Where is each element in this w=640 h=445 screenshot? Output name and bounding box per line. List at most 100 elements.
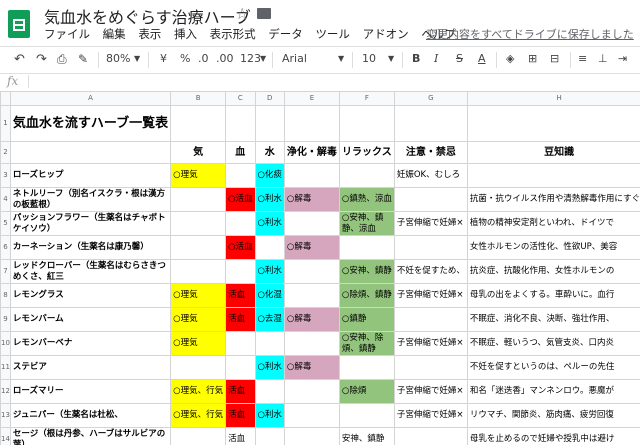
- row-number[interactable]: 2: [0, 141, 11, 164]
- cell[interactable]: 子宮伸縮で妊婦×: [393, 403, 468, 428]
- cell[interactable]: 母乳を止めるので妊婦や授乳中は避け: [466, 427, 640, 445]
- vertical-align-icon[interactable]: ⊥: [598, 52, 608, 65]
- cell[interactable]: レッドクローバー（生薬名はむらさきつめくさ、紅三: [9, 259, 172, 284]
- zoom-chevron-down-icon[interactable]: ▼: [134, 54, 140, 63]
- star-icon[interactable]: ☆: [235, 4, 249, 23]
- cell[interactable]: 活血: [225, 427, 256, 445]
- cell[interactable]: セージ（根は丹参、ハーブはサルビアの葉）: [9, 427, 172, 445]
- column-header[interactable]: E: [283, 91, 340, 106]
- cell[interactable]: [283, 259, 340, 284]
- cell[interactable]: [254, 105, 285, 142]
- select-all-corner[interactable]: [0, 91, 11, 106]
- cell[interactable]: [393, 105, 468, 142]
- cell[interactable]: 豆知識: [466, 141, 640, 164]
- row-number[interactable]: 6: [0, 235, 11, 260]
- column-header[interactable]: H: [466, 91, 640, 106]
- font-size-select[interactable]: 10: [362, 52, 376, 65]
- cell[interactable]: 子宮伸縮で妊婦×: [393, 379, 468, 404]
- cell[interactable]: ジュニパー（生薬名は杜松、: [9, 403, 172, 428]
- column-header[interactable]: D: [254, 91, 285, 106]
- menu-insert[interactable]: 挿入: [174, 27, 197, 41]
- cell[interactable]: ○活血: [225, 187, 256, 212]
- font-chevron-down-icon[interactable]: ▼: [338, 54, 344, 63]
- cell[interactable]: 不眠症、消化不良、決断、強壮作用、: [466, 307, 640, 332]
- cell[interactable]: [393, 235, 468, 260]
- cell[interactable]: [254, 331, 285, 356]
- cell[interactable]: [170, 355, 227, 380]
- cell[interactable]: 活血: [225, 379, 256, 404]
- cell[interactable]: 気血水を流すハーブ一覧表: [9, 105, 172, 142]
- cell[interactable]: [283, 331, 340, 356]
- row-number[interactable]: 7: [0, 259, 11, 284]
- menu-addons[interactable]: アドオン: [363, 27, 409, 41]
- row-number[interactable]: 10: [0, 331, 11, 356]
- paint-format-icon[interactable]: ✎: [78, 52, 88, 66]
- cell[interactable]: 活血: [225, 307, 256, 332]
- cell[interactable]: [254, 379, 285, 404]
- cell[interactable]: 浄化・解毒: [283, 141, 340, 164]
- menu-view[interactable]: 表示: [138, 27, 161, 41]
- merge-cells-icon[interactable]: ⊟: [550, 52, 559, 65]
- cell[interactable]: [283, 163, 340, 188]
- cell[interactable]: [283, 211, 340, 236]
- cell[interactable]: [225, 105, 256, 142]
- cell[interactable]: ローズヒップ: [9, 163, 172, 188]
- cell[interactable]: ○化痰: [254, 163, 285, 188]
- cell[interactable]: ○理気: [170, 163, 227, 188]
- cell[interactable]: [283, 283, 340, 308]
- menu-file[interactable]: ファイル: [44, 27, 90, 41]
- cell[interactable]: 不妊を促すというのは、ペルーの先住: [466, 355, 640, 380]
- cell[interactable]: 安神、鎮静: [338, 427, 395, 445]
- save-status-link[interactable]: 変更内容をすべてドライブに保存しました: [426, 26, 634, 42]
- cell[interactable]: ○利水: [254, 187, 285, 212]
- cell[interactable]: [225, 163, 256, 188]
- cell[interactable]: リラックス: [338, 141, 395, 164]
- cell[interactable]: [170, 427, 227, 445]
- cell[interactable]: [283, 427, 340, 445]
- row-number[interactable]: 12: [0, 379, 11, 404]
- format-chevron-down-icon[interactable]: ▼: [260, 54, 266, 63]
- menu-edit[interactable]: 編集: [103, 27, 126, 41]
- cell[interactable]: 子宮伸縮で妊婦×: [393, 283, 468, 308]
- cell[interactable]: 不妊を促すため、: [393, 259, 468, 284]
- cell[interactable]: 抗炎症、抗酸化作用、女性ホルモンの: [466, 259, 640, 284]
- cell[interactable]: ○理気: [170, 283, 227, 308]
- row-number[interactable]: 8: [0, 283, 11, 308]
- cell[interactable]: [466, 105, 640, 142]
- fill-color-icon[interactable]: ◈: [506, 52, 514, 65]
- cell[interactable]: [466, 163, 640, 188]
- cell[interactable]: [254, 235, 285, 260]
- row-number[interactable]: 14: [0, 427, 11, 445]
- cell[interactable]: ローズマリー: [9, 379, 172, 404]
- row-number[interactable]: 13: [0, 403, 11, 428]
- cell[interactable]: パッションフラワー（生薬名はチャボトケイソウ）: [9, 211, 172, 236]
- strikethrough-button[interactable]: S: [456, 52, 463, 65]
- cell[interactable]: ○理気、行気: [170, 379, 227, 404]
- menu-tools[interactable]: ツール: [315, 27, 350, 41]
- cell[interactable]: ○解毒: [283, 355, 340, 380]
- cell[interactable]: ○解毒: [283, 307, 340, 332]
- cell[interactable]: ○利水: [254, 355, 285, 380]
- cell[interactable]: [170, 259, 227, 284]
- cell[interactable]: [393, 427, 468, 445]
- cell[interactable]: [283, 379, 340, 404]
- row-number[interactable]: 9: [0, 307, 11, 332]
- cell[interactable]: ネトルリーフ（別名イスクラ・根は漢方の板藍根）: [9, 187, 172, 212]
- menu-data[interactable]: データ: [268, 27, 303, 41]
- cell[interactable]: ○利水: [254, 211, 285, 236]
- formula-input[interactable]: [32, 73, 632, 90]
- cell[interactable]: 抗菌・抗ウイルス作用や清熱解毒作用にすぐれ: [466, 187, 640, 212]
- increase-decimal-button[interactable]: .00: [216, 52, 234, 65]
- cell[interactable]: 妊娠OK、むしろ: [393, 163, 468, 188]
- redo-icon[interactable]: ↷: [36, 52, 47, 67]
- cell[interactable]: 注意・禁忌: [393, 141, 468, 164]
- cell[interactable]: ○化湿: [254, 283, 285, 308]
- cell[interactable]: 子宮伸縮で妊婦×: [393, 211, 468, 236]
- cell[interactable]: [170, 235, 227, 260]
- cell[interactable]: 植物の精神安定剤といわれ、ドイツで: [466, 211, 640, 236]
- column-header[interactable]: G: [393, 91, 468, 106]
- cell[interactable]: 活血: [225, 403, 256, 428]
- cell[interactable]: [393, 307, 468, 332]
- font-select[interactable]: Arial: [282, 52, 307, 65]
- cell[interactable]: 母乳の出をよくする。車酔いに。血行: [466, 283, 640, 308]
